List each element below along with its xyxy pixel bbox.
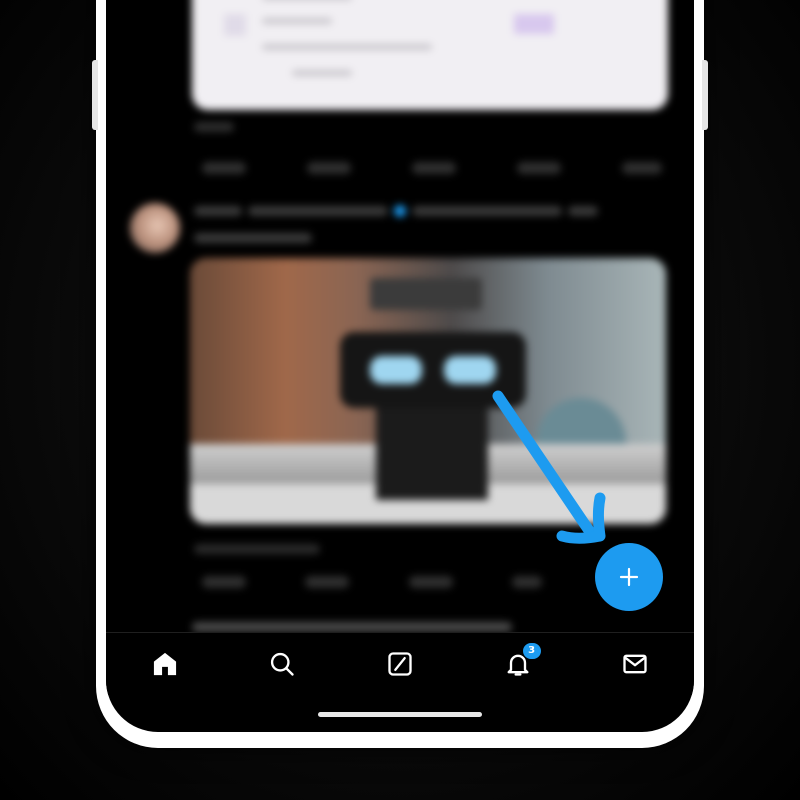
plus-icon xyxy=(619,567,639,587)
tweet-header[interactable] xyxy=(194,205,598,217)
robot-body xyxy=(376,408,488,500)
doc-thumbnail xyxy=(224,14,246,36)
robot-eye xyxy=(444,356,496,384)
next-post-header[interactable] xyxy=(192,622,512,632)
views-action[interactable] xyxy=(511,576,542,588)
author-name xyxy=(248,206,388,216)
phone-screen: 3 xyxy=(106,0,694,732)
tab-notifications[interactable]: 3 xyxy=(490,638,546,690)
media-label-block xyxy=(370,278,482,310)
home-icon xyxy=(153,652,176,676)
doc-text-line xyxy=(292,70,352,76)
home-indicator[interactable] xyxy=(318,712,482,717)
previous-post-meta xyxy=(194,122,234,132)
repost-action[interactable] xyxy=(307,162,351,174)
timeline-feed[interactable] xyxy=(106,0,694,732)
notification-count-badge: 3 xyxy=(521,642,542,660)
like-action[interactable] xyxy=(408,576,453,588)
author-name xyxy=(194,206,242,216)
tab-messages[interactable] xyxy=(607,638,663,690)
post-time xyxy=(568,206,598,216)
mail-icon xyxy=(623,654,647,674)
doc-text-line xyxy=(262,18,332,24)
views-action[interactable] xyxy=(517,162,561,174)
reply-action[interactable] xyxy=(202,576,246,588)
compose-post-button[interactable] xyxy=(595,543,663,611)
bottom-tab-bar: 3 xyxy=(106,632,694,695)
robot-head xyxy=(340,332,526,408)
tab-search[interactable] xyxy=(254,638,310,690)
robot-eye xyxy=(370,356,422,384)
previous-post-image[interactable] xyxy=(192,0,668,110)
tweet-text xyxy=(194,233,312,243)
avatar[interactable] xyxy=(130,203,180,253)
doc-text-line xyxy=(262,44,432,50)
tweet-media-image[interactable] xyxy=(190,258,666,524)
previous-post-actions[interactable] xyxy=(202,162,662,178)
screenshot-stage: 3 xyxy=(0,0,800,800)
author-handle xyxy=(412,206,562,216)
doc-highlight xyxy=(514,14,554,34)
verified-badge-icon xyxy=(394,205,406,217)
phone-side-button-left xyxy=(92,60,98,130)
tweet-footer-text xyxy=(194,544,320,554)
phone-frame: 3 xyxy=(92,0,708,748)
tab-grok[interactable] xyxy=(372,638,428,690)
search-icon xyxy=(271,652,295,676)
tab-home[interactable] xyxy=(137,638,193,690)
repost-action[interactable] xyxy=(305,576,350,588)
reply-action[interactable] xyxy=(202,162,246,174)
grok-icon xyxy=(388,652,412,676)
like-action[interactable] xyxy=(412,162,456,174)
share-action[interactable] xyxy=(622,162,662,174)
tweet-actions[interactable] xyxy=(202,576,542,592)
phone-side-button-right xyxy=(702,60,708,130)
